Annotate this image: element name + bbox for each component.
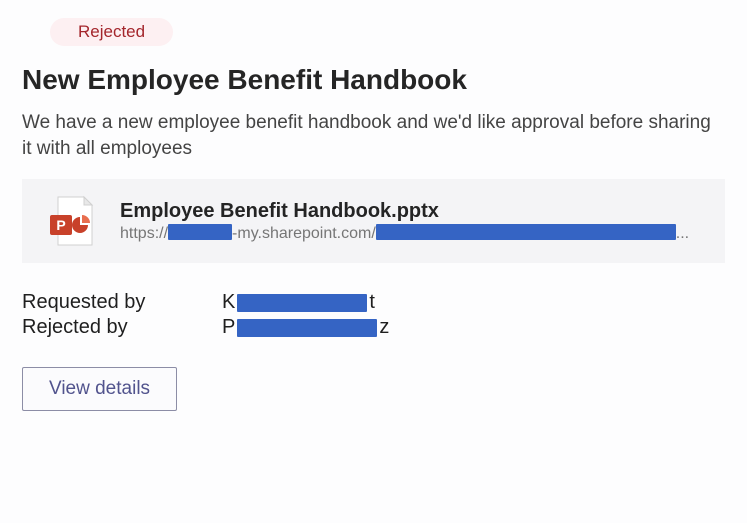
requested-by-row: Requested by Kt bbox=[22, 291, 725, 314]
redacted-text bbox=[237, 319, 377, 337]
attachment-filename: Employee Benefit Handbook.pptx bbox=[120, 200, 711, 223]
svg-text:P: P bbox=[56, 217, 65, 233]
value-text: P bbox=[222, 316, 235, 339]
view-details-button[interactable]: View details bbox=[22, 367, 177, 411]
attachment-card[interactable]: P Employee Benefit Handbook.pptx https:/… bbox=[22, 179, 725, 263]
requested-by-value: Kt bbox=[222, 291, 375, 314]
value-text: K bbox=[222, 291, 235, 314]
page-title: New Employee Benefit Handbook bbox=[22, 64, 725, 96]
url-text: https:// bbox=[120, 225, 168, 242]
request-description: We have a new employee benefit handbook … bbox=[22, 110, 725, 161]
attachment-url: https:// -my.sharepoint.com/... bbox=[120, 225, 711, 243]
redacted-text bbox=[168, 224, 232, 240]
attachment-info: Employee Benefit Handbook.pptx https:// -… bbox=[120, 200, 711, 243]
url-text: ... bbox=[676, 225, 689, 242]
redacted-text bbox=[376, 224, 676, 240]
value-text: t bbox=[369, 291, 375, 314]
redacted-text bbox=[237, 294, 367, 312]
rejected-by-value: Pz bbox=[222, 316, 389, 339]
powerpoint-file-icon: P bbox=[46, 195, 98, 247]
rejected-by-row: Rejected by Pz bbox=[22, 316, 725, 339]
requested-by-label: Requested by bbox=[22, 291, 222, 314]
value-text: z bbox=[379, 316, 389, 339]
url-text: -my.sharepoint.com/ bbox=[232, 225, 376, 242]
status-badge: Rejected bbox=[50, 18, 173, 46]
rejected-by-label: Rejected by bbox=[22, 316, 222, 339]
